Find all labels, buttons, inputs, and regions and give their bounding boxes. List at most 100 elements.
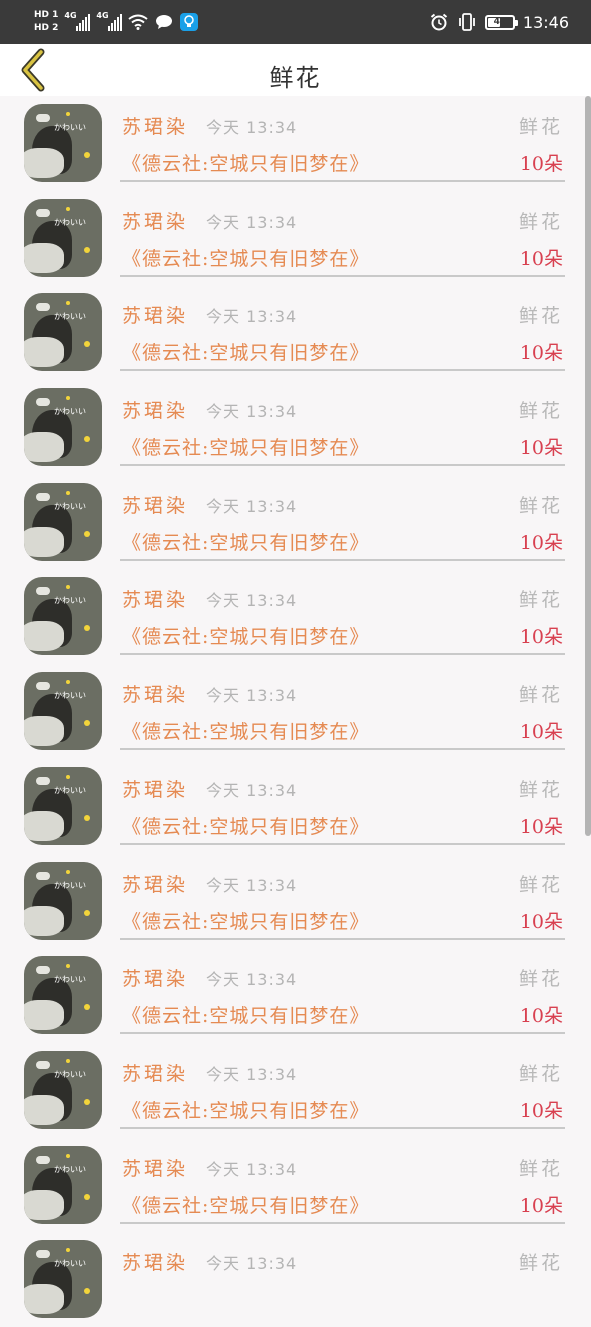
- battery-level: 48: [493, 17, 507, 27]
- list-item[interactable]: かわいい 苏珺染 今天 13:34 鲜花 《德云社:空城只有旧梦在》 10朵: [0, 285, 591, 380]
- avatar[interactable]: かわいい: [24, 1240, 102, 1319]
- gift-count: 10朵: [519, 342, 563, 365]
- status-bar: HD 1 HD 2 4G 4G 48 13:46: [0, 0, 591, 44]
- gift-type: 鲜花: [518, 305, 563, 328]
- sender-name: 苏珺染: [122, 1157, 189, 1180]
- row-divider: [120, 748, 565, 751]
- signal-1-icon: 4G: [64, 11, 91, 31]
- avatar[interactable]: かわいい: [24, 1050, 102, 1129]
- send-time: 今天 13:34: [206, 686, 298, 706]
- gift-type: 鲜花: [518, 400, 563, 423]
- sender-name: 苏珺染: [122, 968, 189, 991]
- sender-name: 苏珺染: [122, 1252, 189, 1275]
- program-title: 《德云社:空城只有旧梦在》: [122, 153, 370, 175]
- list-item[interactable]: かわいい 苏珺染 今天 13:34 鲜花 《德云社:空城只有旧梦在》 10朵: [0, 1138, 591, 1233]
- send-time: 今天 13:34: [206, 496, 298, 516]
- list-item[interactable]: かわいい 苏珺染 今天 13:34 鲜花 《德云社:空城只有旧梦在》 10朵: [0, 475, 591, 570]
- gift-type: 鲜花: [518, 210, 563, 233]
- list-item[interactable]: かわいい 苏珺染 今天 13:34 鲜花 《德云社:空城只有旧梦在》 10朵: [0, 1043, 591, 1138]
- clock: 13:46: [522, 12, 569, 32]
- gift-type: 鲜花: [518, 968, 563, 991]
- gift-count: 10朵: [519, 1099, 563, 1122]
- gift-count: 10朵: [519, 531, 563, 554]
- avatar-caption: かわいい: [54, 123, 86, 132]
- sender-name: 苏珺染: [122, 400, 189, 423]
- chat-bubble-icon: [154, 13, 174, 31]
- row-divider: [120, 842, 565, 845]
- program-title: 《德云社:空城只有旧梦在》: [122, 342, 370, 365]
- status-bar-left: HD 1 HD 2 4G 4G: [34, 4, 199, 40]
- avatar-caption: かわいい: [54, 880, 86, 890]
- gift-count: 10朵: [519, 626, 563, 649]
- scrollbar[interactable]: [585, 96, 591, 836]
- avatar-caption: かわいい: [54, 1164, 86, 1174]
- avatar[interactable]: かわいい: [24, 388, 102, 467]
- program-title: 《德云社:空城只有旧梦在》: [122, 1005, 370, 1028]
- avatar[interactable]: かわいい: [24, 293, 102, 372]
- gift-count: 10朵: [519, 247, 563, 270]
- list-item[interactable]: かわいい 苏珺染 今天 13:34 鲜花 《德云社:空城只有旧梦在》 10朵: [0, 664, 591, 759]
- row-divider: [120, 1221, 565, 1224]
- avatar[interactable]: かわいい: [24, 104, 102, 182]
- row-divider: [120, 274, 565, 277]
- send-time: 今天 13:34: [206, 402, 298, 422]
- sender-name: 苏珺染: [122, 210, 189, 233]
- list-item[interactable]: かわいい 苏珺染 今天 13:34 鲜花 《德云社:空城只有旧梦在》 10朵: [0, 854, 591, 949]
- avatar[interactable]: かわいい: [24, 861, 102, 940]
- program-title: 《德云社:空城只有旧梦在》: [122, 815, 370, 838]
- vibrate-icon: [457, 13, 477, 31]
- avatar[interactable]: かわいい: [24, 956, 102, 1035]
- gift-record-list: かわいい 苏珺染 今天 13:34 鲜花 《德云社:空城只有旧梦在》 10朵 か…: [0, 96, 591, 1327]
- send-time: 今天 13:34: [206, 970, 298, 990]
- gift-type: 鲜花: [518, 1252, 563, 1275]
- gift-count: 10朵: [519, 153, 563, 175]
- row-divider: [120, 1032, 565, 1035]
- send-time: 今天 13:34: [206, 118, 298, 137]
- avatar[interactable]: かわいい: [24, 1145, 102, 1224]
- program-title: 《德云社:空城只有旧梦在》: [122, 721, 370, 744]
- list-item[interactable]: かわいい 苏珺染 今天 13:34 鲜花 《德云社:空城只有旧梦在》 10朵: [0, 191, 591, 286]
- avatar[interactable]: かわいい: [24, 672, 102, 751]
- list-item[interactable]: かわいい 苏珺染 今天 13:34 鲜花 《德云社:空城只有旧梦在》 10朵: [0, 569, 591, 664]
- row-divider: [120, 369, 565, 372]
- program-title: 《德云社:空城只有旧梦在》: [122, 1099, 370, 1122]
- sender-name: 苏珺染: [122, 1062, 189, 1085]
- avatar[interactable]: かわいい: [24, 766, 102, 845]
- avatar-caption: かわいい: [54, 407, 86, 417]
- alarm-icon: [429, 13, 449, 31]
- sender-name: 苏珺染: [122, 778, 189, 801]
- avatar-caption: かわいい: [54, 691, 86, 701]
- list-item[interactable]: かわいい 苏珺染 今天 13:34 鲜花 《德云社:空城只有旧梦在》 10朵: [0, 96, 591, 191]
- avatar[interactable]: かわいい: [24, 198, 102, 277]
- send-time: 今天 13:34: [206, 780, 298, 800]
- sender-name: 苏珺染: [122, 589, 189, 612]
- gift-type: 鲜花: [518, 589, 563, 612]
- list-item[interactable]: かわいい 苏珺染 今天 13:34 鲜花 《德云社:空城只有旧梦在》 10朵: [0, 380, 591, 475]
- gift-type: 鲜花: [518, 116, 563, 138]
- list-item[interactable]: かわいい 苏珺染 今天 13:34 鲜花 《德云社:空城只有旧梦在》 10朵: [0, 759, 591, 854]
- send-time: 今天 13:34: [206, 1064, 298, 1084]
- avatar-caption: かわいい: [54, 596, 86, 606]
- hd-indicators: HD 1 HD 2: [34, 10, 58, 34]
- list-item[interactable]: かわいい 苏珺染 今天 13:34 鲜花 《德云社:空城只有旧梦在》 10朵: [0, 948, 591, 1043]
- gift-count: 10朵: [519, 1005, 563, 1028]
- avatar[interactable]: かわいい: [24, 577, 102, 656]
- gift-type: 鲜花: [518, 494, 563, 517]
- page-title: 鲜花: [269, 64, 322, 92]
- net2-label: 4G: [96, 11, 109, 20]
- send-time: 今天 13:34: [206, 307, 298, 327]
- program-title: 《德云社:空城只有旧梦在》: [122, 626, 370, 649]
- gift-count: 10朵: [519, 1194, 563, 1217]
- avatar-caption: かわいい: [54, 1259, 86, 1269]
- gift-count: 10朵: [519, 437, 563, 460]
- status-bar-right: 48 13:46: [429, 4, 569, 40]
- row-divider: [120, 464, 565, 467]
- gift-type: 鲜花: [518, 1062, 563, 1085]
- avatar-caption: かわいい: [54, 785, 86, 795]
- program-title: 《德云社:空城只有旧梦在》: [122, 437, 370, 460]
- signal-2-icon: 4G: [96, 11, 123, 31]
- avatar[interactable]: かわいい: [24, 482, 102, 561]
- avatar-caption: かわいい: [54, 975, 86, 985]
- row-divider: [120, 653, 565, 656]
- battery-icon: 48: [484, 14, 518, 30]
